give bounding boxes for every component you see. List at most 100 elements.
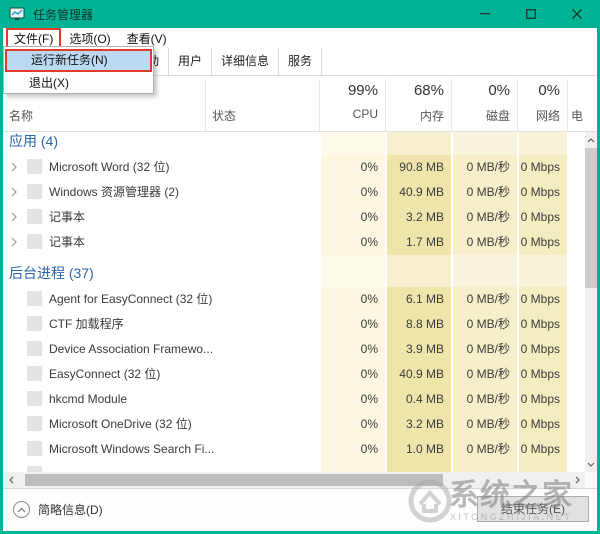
memory-cell: 40.9 MB [387, 180, 451, 205]
disk-cell [453, 462, 517, 472]
menu-item-exit[interactable]: 退出(X) [7, 74, 150, 93]
memory-cell [387, 255, 451, 287]
cpu-cell [321, 132, 385, 155]
tab-services[interactable]: 服务 [279, 48, 322, 76]
cpu-cell: 0% [321, 362, 385, 387]
table-row[interactable]: 0% 6.1 MB 0 MB/秒 0 Mbps Agent for EasyCo… [3, 287, 585, 312]
header-separator [517, 79, 518, 131]
header-separator [205, 79, 206, 131]
column-header-network[interactable]: 网络 [519, 107, 567, 124]
column-header-disk[interactable]: 磁盘 [453, 107, 517, 124]
process-icon [27, 366, 42, 381]
tab-users[interactable]: 用户 [169, 48, 212, 76]
menubar: 文件(F) 选项(O) 查看(V) [3, 28, 597, 48]
file-menu-dropdown: 运行新任务(N) 退出(X) [3, 46, 154, 94]
header-separator [319, 79, 320, 131]
memory-cell [387, 462, 451, 472]
horizontal-scrollbar[interactable] [3, 472, 585, 488]
memory-cell: 1.7 MB [387, 230, 451, 255]
window-title: 任务管理器 [33, 6, 93, 23]
expand-chevron-icon[interactable] [11, 187, 17, 197]
table-row[interactable]: 0% 3.9 MB 0 MB/秒 0 Mbps Device Associati… [3, 337, 585, 362]
network-total-percent: 0% [519, 82, 567, 99]
tab-details[interactable]: 详细信息 [212, 48, 279, 76]
memory-cell: 6.1 MB [387, 287, 451, 312]
disk-cell: 0 MB/秒 [453, 205, 517, 230]
disk-cell [453, 132, 517, 155]
process-icon [27, 159, 42, 174]
memory-cell: 90.8 MB [387, 155, 451, 180]
memory-cell: 8.8 MB [387, 312, 451, 337]
table-row[interactable]: 0% 1.7 MB 0 MB/秒 0 Mbps 记事本 [3, 230, 585, 255]
memory-cell: 1.0 MB [387, 437, 451, 462]
network-cell: 0 Mbps [519, 205, 567, 230]
network-cell: 0 Mbps [519, 387, 567, 412]
task-manager-app-icon [9, 7, 25, 21]
menu-file[interactable]: 文件(F) [6, 28, 61, 48]
column-header-cpu[interactable]: CPU [321, 107, 385, 121]
cpu-total-percent: 99% [321, 82, 385, 99]
minimize-button[interactable] [462, 0, 508, 28]
cpu-cell: 0% [321, 312, 385, 337]
expand-chevron-icon[interactable] [11, 212, 17, 222]
table-row[interactable]: 0% 0.4 MB 0 MB/秒 0 Mbps hkcmd Module [3, 387, 585, 412]
memory-cell: 3.9 MB [387, 337, 451, 362]
table-row[interactable]: 0% 8.8 MB 0 MB/秒 0 Mbps CTF 加载程序 [3, 312, 585, 337]
table-row[interactable]: 0% 3.2 MB 0 MB/秒 0 Mbps 记事本 [3, 205, 585, 230]
disk-cell: 0 MB/秒 [453, 155, 517, 180]
group-header-background-processes[interactable]: 后台进程 (37) [3, 255, 585, 287]
disk-cell: 0 MB/秒 [453, 312, 517, 337]
memory-cell [387, 132, 451, 155]
expand-chevron-icon[interactable] [11, 162, 17, 172]
cpu-cell: 0% [321, 180, 385, 205]
column-header-name[interactable]: 名称 [9, 107, 33, 124]
disk-cell: 0 MB/秒 [453, 230, 517, 255]
scroll-up-icon[interactable] [585, 132, 597, 148]
scroll-left-icon[interactable] [3, 472, 19, 488]
network-cell: 0 Mbps [519, 362, 567, 387]
scroll-right-icon[interactable] [569, 472, 585, 488]
cpu-cell: 0% [321, 287, 385, 312]
table-row[interactable]: 0% 40.9 MB 0 MB/秒 0 Mbps EasyConnect (32… [3, 362, 585, 387]
maximize-button[interactable] [508, 0, 554, 28]
footer-bar: 简略信息(D) 结束任务(E) [3, 488, 597, 531]
cpu-cell: 0% [321, 230, 385, 255]
cpu-cell: 0% [321, 155, 385, 180]
menu-options[interactable]: 选项(O) [61, 28, 118, 48]
disk-cell: 0 MB/秒 [453, 180, 517, 205]
expand-chevron-icon[interactable] [11, 237, 17, 247]
end-task-button[interactable]: 结束任务(E) [477, 496, 589, 522]
cpu-cell: 0% [321, 387, 385, 412]
scroll-down-icon[interactable] [585, 456, 597, 472]
task-manager-window: 任务管理器 文件(F) 选项(O) 查看(V) 启动 用户 详 [0, 0, 600, 534]
disk-cell: 0 MB/秒 [453, 437, 517, 462]
memory-cell: 3.2 MB [387, 205, 451, 230]
process-icon [27, 341, 42, 356]
process-name: Microsoft Windows Search Fi... [49, 437, 214, 462]
fewer-details-label: 简略信息(D) [38, 501, 103, 518]
disk-cell [453, 255, 517, 287]
menu-item-run-new-task[interactable]: 运行新任务(N) [5, 49, 152, 72]
horizontal-scroll-thumb[interactable] [25, 474, 443, 486]
table-row-partial[interactable] [3, 462, 585, 472]
vertical-scroll-thumb[interactable] [585, 148, 597, 288]
process-icon [27, 416, 42, 431]
disk-cell: 0 MB/秒 [453, 387, 517, 412]
table-row[interactable]: 0% 3.2 MB 0 MB/秒 0 Mbps Microsoft OneDri… [3, 412, 585, 437]
process-name: Microsoft OneDrive (32 位) [49, 412, 192, 437]
process-name: Device Association Framewo... [49, 337, 213, 362]
menu-view[interactable]: 查看(V) [119, 28, 175, 48]
table-row[interactable]: 0% 1.0 MB 0 MB/秒 0 Mbps Microsoft Window… [3, 437, 585, 462]
column-header-power-partial[interactable]: 电 [571, 107, 583, 124]
table-row[interactable]: 0% 90.8 MB 0 MB/秒 0 Mbps Microsoft Word … [3, 155, 585, 180]
close-button[interactable] [554, 0, 600, 28]
table-row[interactable]: 0% 40.9 MB 0 MB/秒 0 Mbps Windows 资源管理器 (… [3, 180, 585, 205]
column-header-memory[interactable]: 内存 [387, 107, 451, 124]
header-separator [567, 79, 568, 131]
group-header-apps[interactable]: 应用 (4) [3, 132, 585, 155]
cpu-cell [321, 255, 385, 287]
column-header-status[interactable]: 状态 [212, 107, 236, 124]
vertical-scrollbar[interactable] [585, 132, 597, 472]
fewer-details-toggle[interactable]: 简略信息(D) [13, 501, 103, 518]
client-area: 文件(F) 选项(O) 查看(V) 启动 用户 详细信息 服务 名称 状态 99… [3, 28, 597, 531]
